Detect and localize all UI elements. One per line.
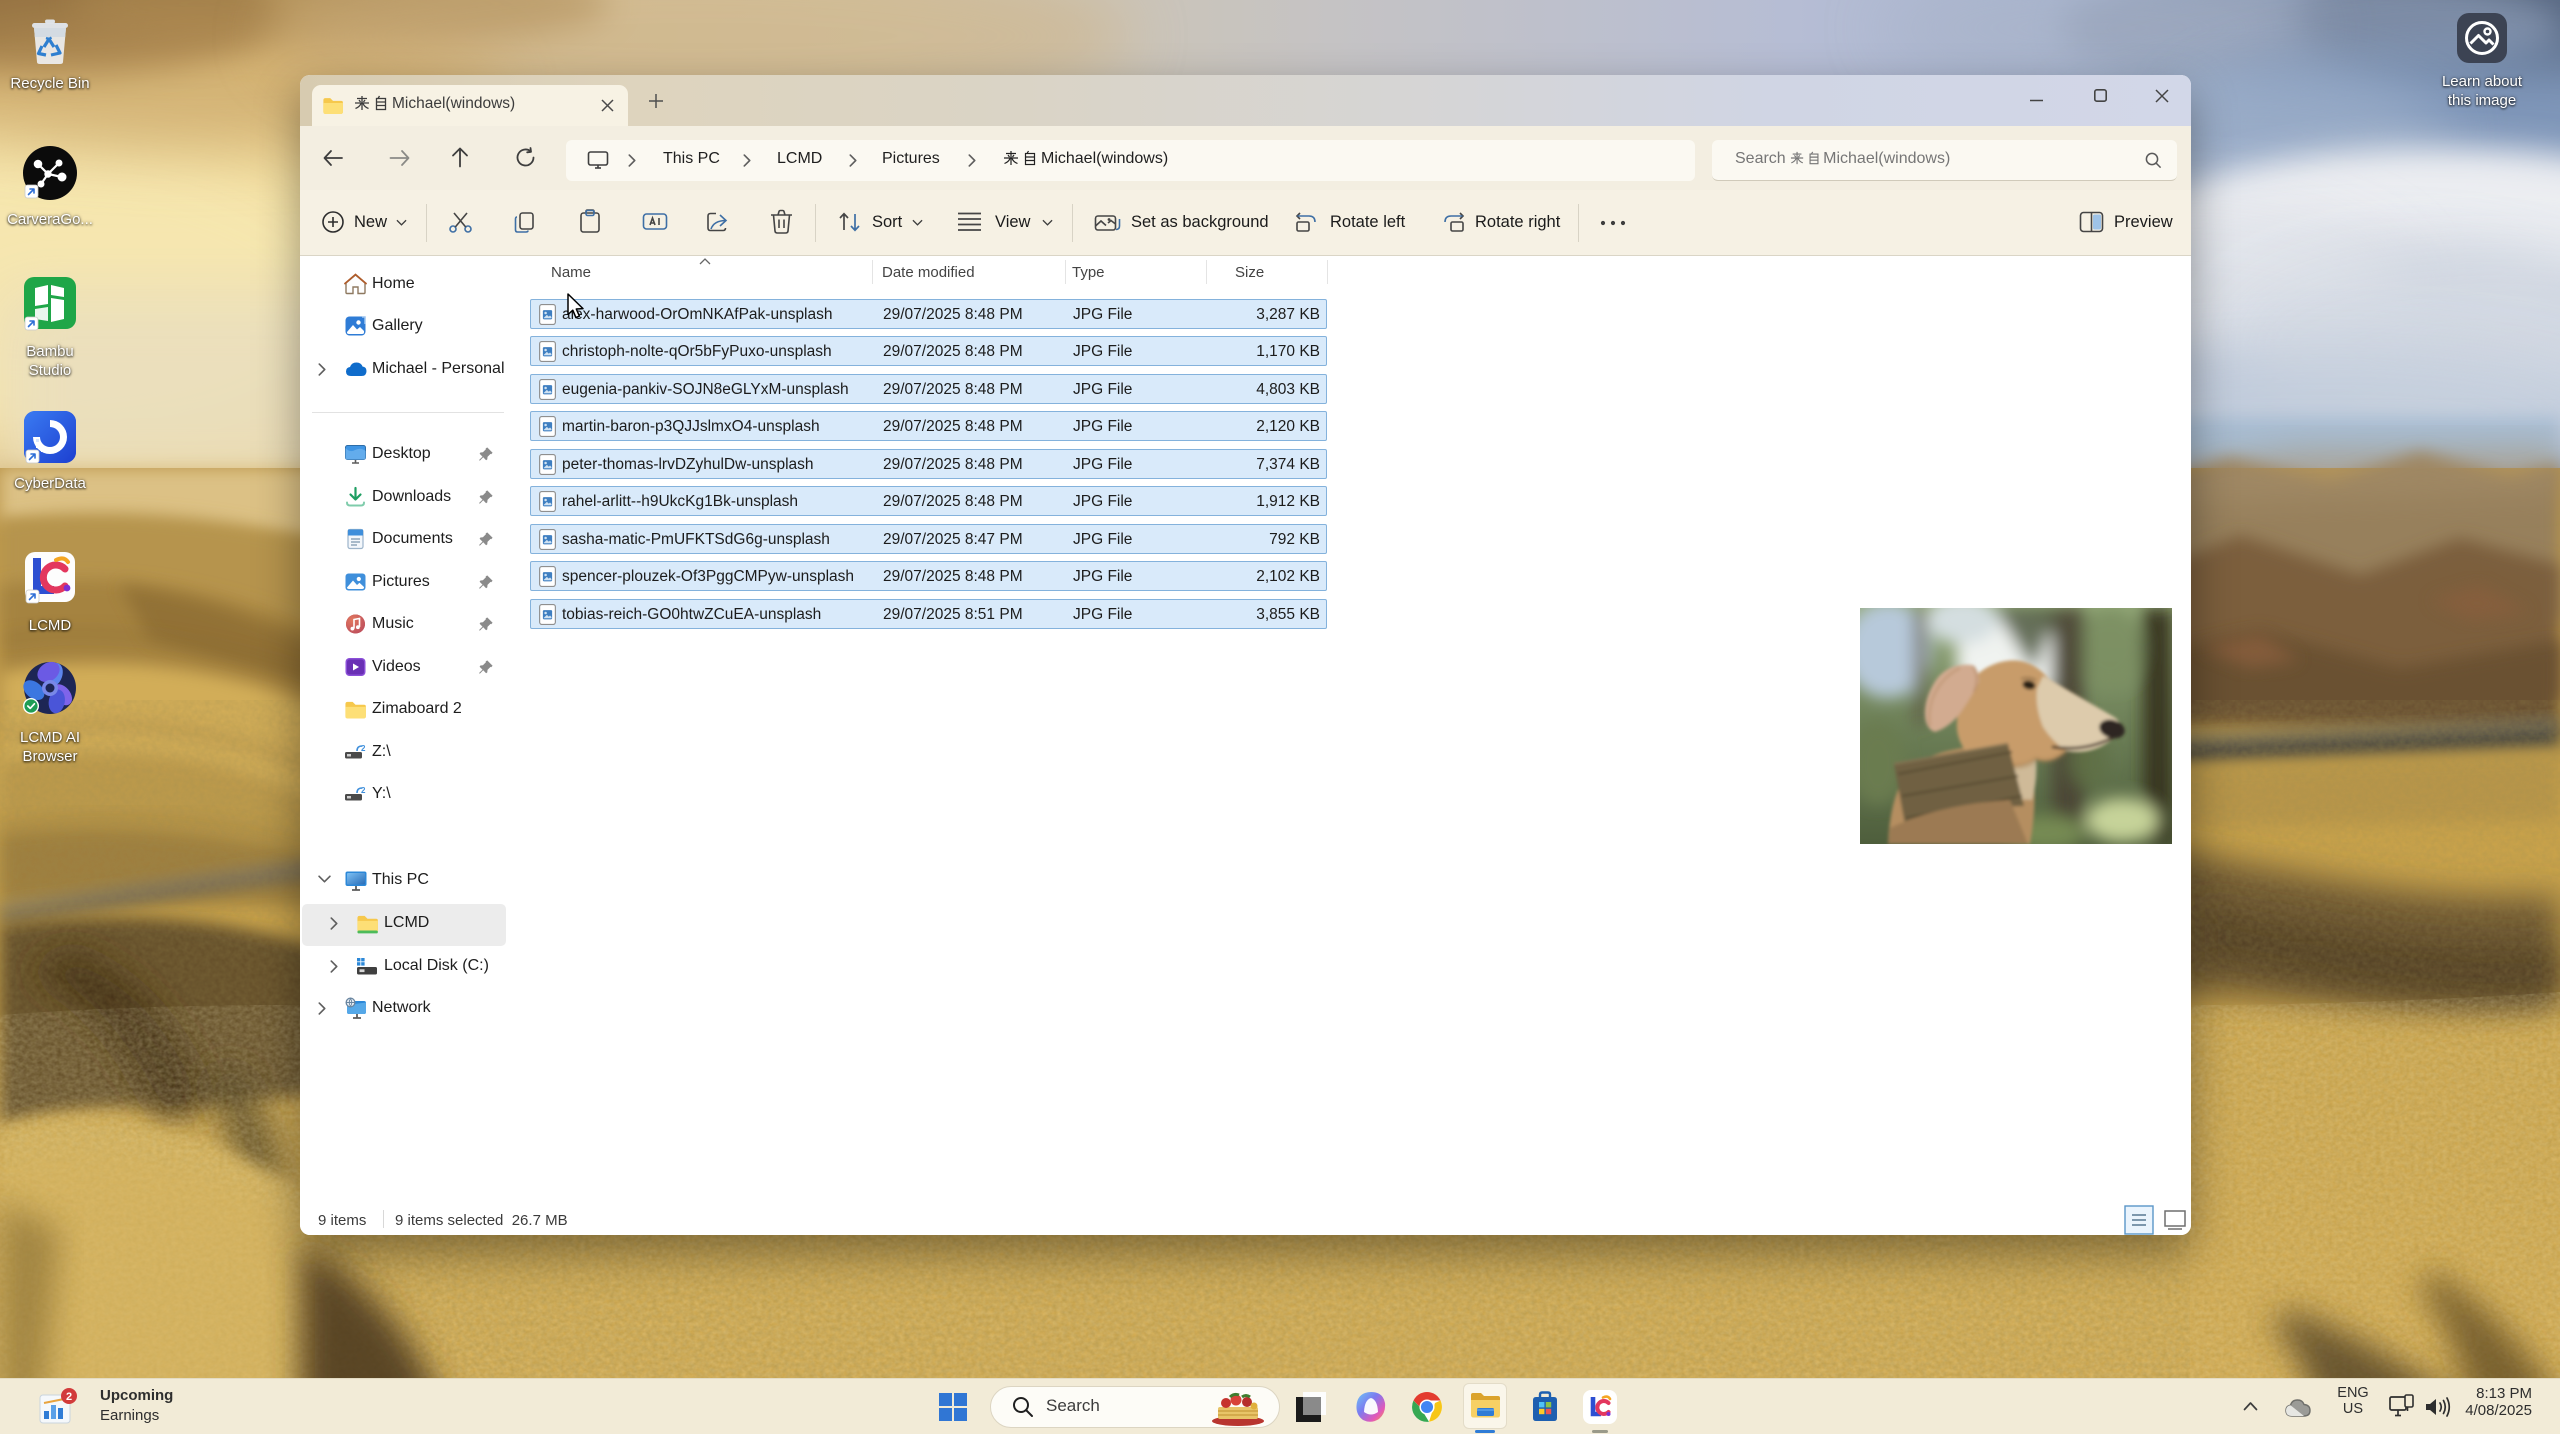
svg-text:2: 2 <box>361 786 366 795</box>
svg-text:2: 2 <box>66 1391 72 1403</box>
svg-text:2: 2 <box>361 744 366 753</box>
